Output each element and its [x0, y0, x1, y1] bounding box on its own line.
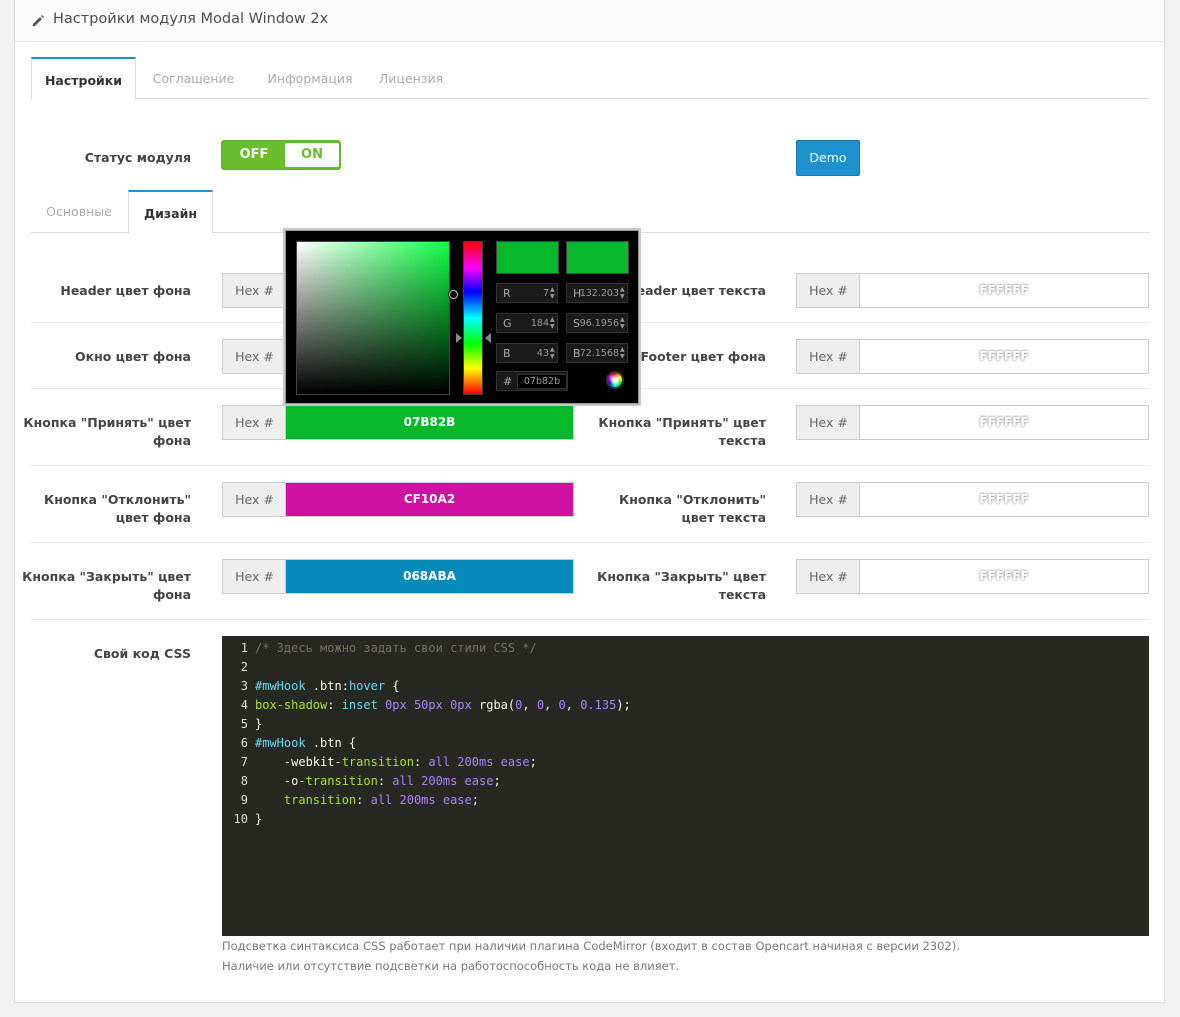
accept-bg-label-line1: Кнопка "Принять" цвет: [23, 415, 191, 430]
decline-text-label-line2: цвет текста: [681, 510, 766, 525]
hex-addon: Hex #: [796, 273, 860, 308]
hue-slider[interactable]: [463, 241, 483, 395]
line-number: 9: [240, 793, 248, 807]
color-picker-popup[interactable]: R 7 ▲ ▼ H 132.203 ▲ ▼ G 184 ▲ ▼ S 96.1956 ▲ ▼ B 43 ▲ ▼ …: [285, 230, 639, 404]
css-code-editor[interactable]: 1 /* Здесь можно задать свои стили CSS */…: [222, 636, 1149, 936]
accept-bg-color-input[interactable]: 07B82B: [285, 405, 574, 440]
hex-value[interactable]: 07b82b: [517, 374, 567, 389]
decline-text-color-input[interactable]: FFFFFF: [859, 482, 1149, 517]
row-divider: [31, 465, 1150, 466]
accept-text-label-line2: текста: [718, 433, 766, 448]
picker-brightness-field[interactable]: B 72.1568 ▲ ▼: [566, 343, 628, 363]
toggle-on-label: ON: [285, 143, 339, 167]
tab-license[interactable]: Лицензия: [371, 57, 451, 99]
decline-bg-label-line2: цвет фона: [115, 510, 191, 525]
hex-addon: Hex #: [222, 339, 286, 374]
b-value[interactable]: 43: [537, 348, 549, 359]
hex-addon: Hex #: [222, 273, 286, 308]
status-toggle[interactable]: OFF ON: [221, 140, 341, 170]
color-wheel-icon[interactable]: [606, 371, 624, 389]
toggle-off-label: OFF: [239, 147, 269, 162]
picker-hex-field[interactable]: #07b82b: [496, 371, 568, 391]
hex-addon: Hex #: [222, 559, 286, 594]
brightness-value[interactable]: 72.1568: [580, 348, 619, 359]
main-tabs: Настройки Соглашение Информация Лицензия: [31, 57, 1150, 100]
panel-heading: Настройки модуля Modal Window 2x: [15, 0, 1164, 42]
tab-information[interactable]: Информация: [255, 57, 365, 99]
picker-h-field[interactable]: H 132.203 ▲ ▼: [566, 283, 628, 303]
decline-bg-label-line1: Кнопка "Отклонить": [43, 492, 191, 507]
saturation-brightness-area[interactable]: [296, 241, 459, 395]
line-number: 1: [240, 641, 248, 655]
hex-addon: Hex #: [796, 559, 860, 594]
window-bg-label: Окно цвет фона: [75, 349, 191, 364]
header-bg-label: Header цвет фона: [60, 283, 191, 298]
close-bg-label-line1: Кнопка "Закрыть" цвет: [22, 569, 191, 584]
sub-tabs: Основные Дизайн: [31, 190, 1150, 234]
line-number: 5: [240, 717, 248, 731]
hex-addon: Hex #: [796, 405, 860, 440]
line-number: 2: [240, 660, 248, 674]
hex-addon: Hex #: [222, 405, 286, 440]
close-bg-label-line2: фона: [152, 587, 191, 602]
new-color-swatch: [496, 241, 559, 274]
hex-addon: Hex #: [796, 482, 860, 517]
help-text-note: Наличие или отсутствие подсветки на рабо…: [222, 959, 680, 973]
line-number: 4: [240, 698, 248, 712]
decline-text-label: Кнопка "Отклонить" цвет текста: [575, 491, 766, 527]
hue-arrow-right-icon[interactable]: [485, 333, 491, 343]
g-value[interactable]: 184: [531, 318, 549, 329]
tab-settings[interactable]: Настройки: [31, 57, 136, 100]
r-value[interactable]: 7: [543, 288, 549, 299]
decline-bg-color-input[interactable]: CF10A2: [285, 482, 574, 517]
page-title: Настройки модуля Modal Window 2x: [53, 11, 329, 27]
footer-bg-color-input[interactable]: FFFFFF: [859, 339, 1149, 374]
pencil-icon: [32, 15, 44, 27]
close-text-color-input[interactable]: FFFFFF: [859, 559, 1149, 594]
help-text-codemirror: Подсветка синтаксиса CSS работает при на…: [222, 939, 960, 953]
header-text-color-input[interactable]: FFFFFF: [859, 273, 1149, 308]
line-number: 6: [240, 736, 248, 750]
picker-r-field[interactable]: R 7 ▲ ▼: [496, 283, 558, 303]
tab-design[interactable]: Дизайн: [128, 190, 213, 234]
line-number: 10: [233, 812, 248, 826]
code-line: /* Здесь можно задать свои стили CSS */: [255, 641, 537, 655]
tab-agreement[interactable]: Соглашение: [141, 57, 246, 99]
picker-s-field[interactable]: S 96.1956 ▲ ▼: [566, 313, 628, 333]
close-text-label-line2: текста: [718, 587, 766, 602]
s-value[interactable]: 96.1956: [580, 318, 619, 329]
hue-arrow-left-icon[interactable]: [456, 333, 462, 343]
picker-g-field[interactable]: G 184 ▲ ▼: [496, 313, 558, 333]
accept-text-label-line1: Кнопка "Принять" цвет: [598, 415, 766, 430]
row-divider: [31, 619, 1150, 620]
close-bg-color-input[interactable]: 068ABA: [285, 559, 574, 594]
close-text-label: Кнопка "Закрыть" цвет текста: [575, 568, 766, 604]
accept-text-color-input[interactable]: FFFFFF: [859, 405, 1149, 440]
hex-addon: Hex #: [796, 339, 860, 374]
demo-button[interactable]: Demo: [796, 140, 860, 176]
hex-addon: Hex #: [222, 482, 286, 517]
accept-text-label: Кнопка "Принять" цвет текста: [575, 414, 766, 450]
current-color-swatch[interactable]: [566, 241, 629, 274]
close-bg-label: Кнопка "Закрыть" цвет фона: [15, 568, 191, 604]
decline-bg-label: Кнопка "Отклонить" цвет фона: [15, 491, 191, 527]
accept-bg-label: Кнопка "Принять" цвет фона: [15, 414, 191, 450]
decline-text-label-line1: Кнопка "Отклонить": [618, 492, 766, 507]
status-label: Статус модуля: [84, 150, 191, 165]
line-number: 3: [240, 679, 248, 693]
picker-b-field[interactable]: B 43 ▲ ▼: [496, 343, 558, 363]
line-number: 8: [240, 774, 248, 788]
custom-css-label: Свой код CSS: [93, 646, 191, 661]
accept-bg-label-line2: фона: [152, 433, 191, 448]
picker-cursor[interactable]: [448, 289, 459, 300]
row-divider: [31, 542, 1150, 543]
close-text-label-line1: Кнопка "Закрыть" цвет: [597, 569, 766, 584]
h-value[interactable]: 132.203: [580, 288, 619, 299]
tab-basic[interactable]: Основные: [31, 190, 127, 232]
line-number: 7: [240, 755, 248, 769]
